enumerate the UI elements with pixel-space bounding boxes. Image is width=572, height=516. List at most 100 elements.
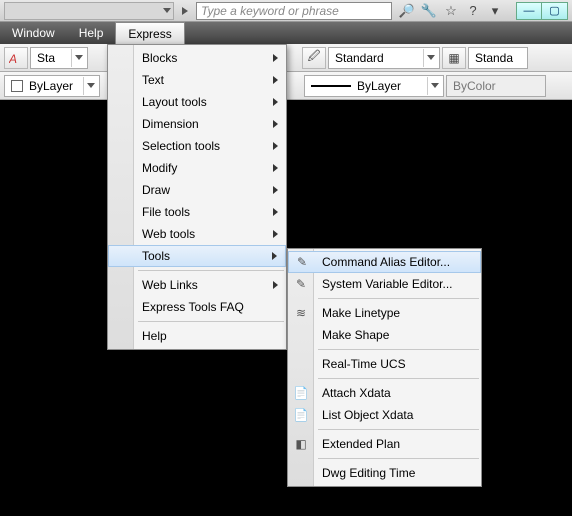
menu-item-label: Help — [142, 329, 167, 343]
express-menu-popup: Blocks Text Layout tools Dimension Selection… — [107, 44, 287, 350]
title-bar: Type a keyword or phrase 🔎 🔧 ☆ ? ▾ — ▢ — [0, 0, 572, 22]
menu-window[interactable]: Window — [0, 22, 67, 44]
menu-item-label: Tools — [142, 249, 170, 263]
submenu-arrow-icon — [273, 120, 278, 128]
qat-dropdown-icon[interactable] — [163, 8, 171, 13]
menu-bar: Window Help Express — [0, 22, 572, 44]
menu-item-label: Dimension — [142, 117, 199, 131]
svg-text:A: A — [9, 52, 17, 65]
express-menu-separator — [138, 270, 284, 271]
express-menu-item[interactable]: Help — [108, 325, 286, 347]
plotstyle-value: ByColor — [453, 79, 496, 93]
express-menu-item[interactable]: File tools — [108, 201, 286, 223]
menu-express[interactable]: Express — [115, 22, 184, 44]
menu-item-label: Dwg Editing Time — [322, 466, 415, 480]
tools-submenu-item[interactable]: 📄 Attach Xdata — [288, 382, 481, 404]
express-menu-item[interactable]: Blocks — [108, 47, 286, 69]
menu-item-label: Layout tools — [142, 95, 207, 109]
line-icon — [311, 85, 351, 87]
lineweight-value: ByLayer — [357, 79, 401, 93]
menu-item-label: Blocks — [142, 51, 177, 65]
tools-submenu-item[interactable]: Real-Time UCS — [288, 353, 481, 375]
express-menu-item[interactable]: Modify — [108, 157, 286, 179]
tools-submenu-item[interactable]: ✎ System Variable Editor... — [288, 273, 481, 295]
top-icon-group: 🔎 🔧 ☆ ? ▾ — [392, 2, 510, 20]
submenu-arrow-icon — [273, 98, 278, 106]
submenu-arrow-icon — [273, 230, 278, 238]
submenu-arrow-icon — [272, 252, 277, 260]
star-icon[interactable]: ☆ — [442, 2, 460, 20]
menu-item-label: Web tools — [142, 227, 195, 241]
menu-item-icon: 📄 — [292, 406, 310, 424]
tools-submenu-separator — [318, 349, 479, 350]
tools-submenu-popup: ✎ Command Alias Editor... ✎ System Variable… — [287, 248, 482, 487]
help-icon[interactable]: ? — [464, 2, 482, 20]
maximize-button[interactable]: ▢ — [542, 2, 568, 20]
menu-item-icon: ◧ — [292, 435, 310, 453]
express-menu-item[interactable]: Text — [108, 69, 286, 91]
express-menu-item[interactable]: Tools — [108, 245, 286, 267]
tools-submenu-item[interactable]: ◧Extended Plan — [288, 433, 481, 455]
menu-item-label: Web Links — [142, 278, 198, 292]
menu-item-label: Attach Xdata — [322, 386, 391, 400]
menu-item-icon: 📄 — [292, 384, 310, 402]
search-play-icon[interactable] — [178, 7, 196, 15]
wrench-icon[interactable]: 🔧 — [420, 2, 438, 20]
express-menu-item[interactable]: Web tools — [108, 223, 286, 245]
tools-submenu-separator — [318, 378, 479, 379]
submenu-arrow-icon — [273, 76, 278, 84]
express-menu-item[interactable]: Draw — [108, 179, 286, 201]
tools-submenu-separator — [318, 298, 479, 299]
submenu-arrow-icon — [273, 142, 278, 150]
textstyle-select[interactable]: Sta — [30, 47, 88, 69]
menu-item-label: System Variable Editor... — [322, 277, 453, 291]
tools-submenu-item[interactable]: Make Shape — [288, 324, 481, 346]
tools-submenu-item[interactable]: ✎ Command Alias Editor... — [288, 251, 481, 273]
lineweight-select[interactable]: ByLayer — [304, 75, 444, 97]
tablestyle-select[interactable]: Standa — [468, 47, 528, 69]
submenu-arrow-icon — [273, 164, 278, 172]
menu-help[interactable]: Help — [67, 22, 116, 44]
express-menu-item[interactable]: Selection tools — [108, 135, 286, 157]
tools-submenu-separator — [318, 458, 479, 459]
help-dropdown-icon[interactable]: ▾ — [486, 2, 504, 20]
dimstyle-value: Standard — [335, 51, 384, 65]
tools-submenu-item[interactable]: ≋Make Linetype — [288, 302, 481, 324]
tablestyle-icon[interactable]: ▦ — [442, 47, 466, 69]
minimize-button[interactable]: — — [516, 2, 542, 20]
menu-item-icon: ✎ — [292, 275, 310, 293]
express-menu-item[interactable]: Layout tools — [108, 91, 286, 113]
submenu-arrow-icon — [273, 208, 278, 216]
menu-item-label: Make Linetype — [322, 306, 400, 320]
tools-submenu-item[interactable]: 📄 List Object Xdata — [288, 404, 481, 426]
menu-item-label: Make Shape — [322, 328, 389, 342]
menu-item-label: File tools — [142, 205, 190, 219]
binoculars-icon[interactable]: 🔎 — [398, 2, 416, 20]
plotstyle-select[interactable]: ByColor — [446, 75, 546, 97]
tablestyle-value: Standa — [475, 51, 513, 65]
submenu-arrow-icon — [273, 186, 278, 194]
window-controls: — ▢ — [516, 2, 568, 20]
dimstyle-icon[interactable]: 🖉 — [302, 47, 326, 69]
submenu-arrow-icon — [273, 281, 278, 289]
search-input[interactable]: Type a keyword or phrase — [196, 2, 392, 20]
color-swatch-icon — [11, 80, 23, 92]
express-menu-item[interactable]: Express Tools FAQ — [108, 296, 286, 318]
tools-submenu-separator — [318, 429, 479, 430]
dimstyle-select[interactable]: Standard — [328, 47, 440, 69]
color-value: ByLayer — [29, 79, 73, 93]
menu-item-label: Text — [142, 73, 164, 87]
tools-submenu-item[interactable]: Dwg Editing Time — [288, 462, 481, 484]
menu-item-label: Command Alias Editor... — [322, 255, 450, 269]
color-select[interactable]: ByLayer — [4, 75, 100, 97]
menu-item-label: Selection tools — [142, 139, 220, 153]
menu-item-label: Real-Time UCS — [322, 357, 406, 371]
express-menu-separator — [138, 321, 284, 322]
menu-item-label: Express Tools FAQ — [142, 300, 244, 314]
express-menu-item[interactable]: Web Links — [108, 274, 286, 296]
express-menu-item[interactable]: Dimension — [108, 113, 286, 135]
menu-item-label: List Object Xdata — [322, 408, 413, 422]
menu-item-icon: ✎ — [293, 253, 311, 271]
submenu-arrow-icon — [273, 54, 278, 62]
textstyle-icon[interactable]: A — [4, 47, 28, 69]
